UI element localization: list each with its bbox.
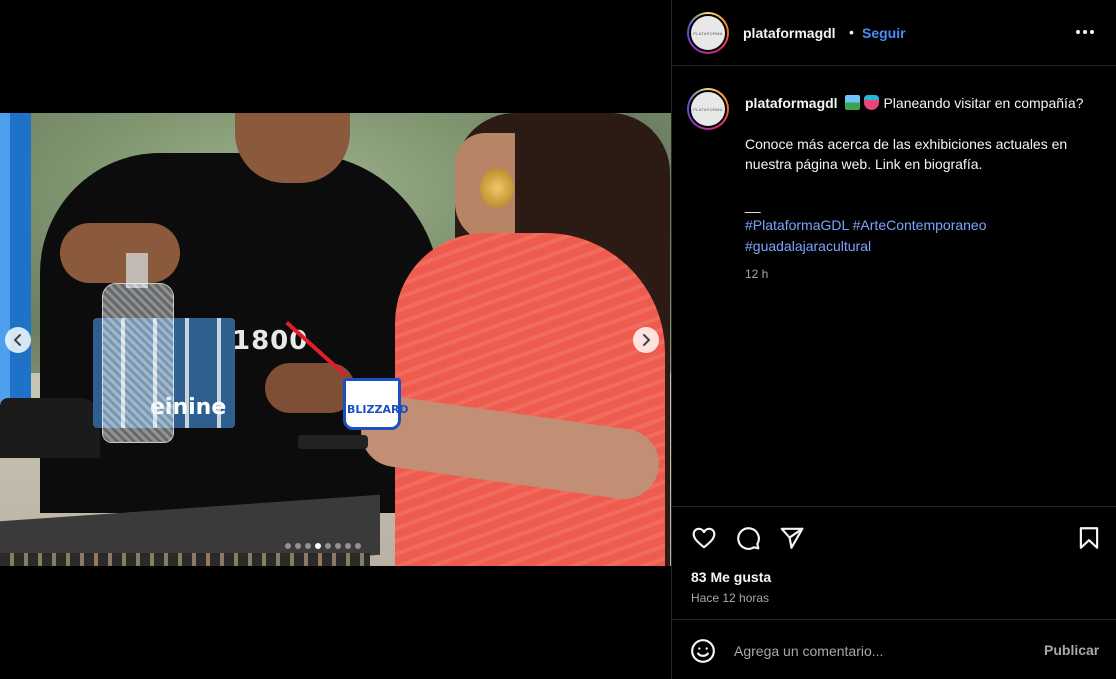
avatar-image: PLATAFORMA [689, 14, 727, 52]
caption-hashtags: #PlataformaGDL #ArteContemporaneo #guada… [745, 215, 1100, 256]
send-icon [780, 527, 804, 549]
dress-emoji-icon [864, 95, 880, 110]
action-bar [672, 506, 1116, 568]
post-panel: PLATAFORMA plataformagdl • Seguir PLATAF… [671, 0, 1116, 679]
header-separator: • [849, 24, 854, 40]
carousel-prev-button[interactable] [5, 327, 31, 353]
caption-line-3: __ [745, 196, 761, 213]
carousel-dot [355, 543, 361, 549]
comment-bar: Publicar [672, 619, 1116, 679]
post-header: PLATAFORMA plataformagdl • Seguir [672, 0, 1116, 66]
post-time-ago: Hace 12 horas [691, 591, 770, 605]
chevron-left-icon [14, 334, 21, 346]
avatar-logo-text: PLATAFORMA [693, 30, 723, 36]
caption-line-1: Planeando visitar en compañía? [883, 95, 1084, 111]
caption-text: plataformagdl Planeando visitar en compa… [745, 93, 1100, 285]
post-media: 1800 einine BLIZZARD [0, 0, 671, 679]
photo-blue-banner [0, 113, 31, 403]
caption-avatar[interactable]: PLATAFORMA [687, 88, 729, 130]
carousel-next-button[interactable] [633, 327, 659, 353]
hashtag-link[interactable]: #guadalajaracultural [745, 238, 871, 254]
share-button[interactable] [778, 524, 806, 552]
carousel-dot [295, 543, 301, 549]
chevron-right-icon [643, 334, 650, 346]
carousel-dot [285, 543, 291, 549]
hashtag-link[interactable]: #PlataformaGDL [745, 217, 849, 233]
caption-username[interactable]: plataformagdl [745, 95, 838, 111]
avatar-image: PLATAFORMA [689, 90, 727, 128]
publish-button[interactable]: Publicar [1044, 642, 1099, 658]
photo-bag [0, 398, 100, 458]
photo-bottle [102, 283, 174, 443]
emoji-button[interactable] [690, 638, 716, 664]
picture-emoji-icon [845, 95, 861, 110]
more-options-button[interactable] [1076, 22, 1094, 42]
photo-man-arm [60, 223, 180, 283]
heart-icon [692, 527, 716, 549]
caption-section: PLATAFORMA plataformagdl Planeando visit… [672, 66, 1116, 506]
carousel-dot [315, 543, 321, 549]
comment-button[interactable] [734, 524, 762, 552]
post-photo: 1800 einine BLIZZARD [0, 113, 671, 566]
caption-timestamp[interactable]: 12 h [745, 264, 1100, 285]
carousel-dot [305, 543, 311, 549]
photo-cup-label: BLIZZARD [347, 403, 409, 416]
carousel-dot [325, 543, 331, 549]
save-button[interactable] [1075, 524, 1103, 552]
more-horizontal-icon [1076, 30, 1080, 34]
photo-blouse [395, 233, 665, 566]
photo-counter-front [0, 553, 370, 566]
follow-button[interactable]: Seguir [862, 25, 906, 41]
hashtag-link[interactable]: #ArteContemporaneo [853, 217, 987, 233]
like-button[interactable] [690, 524, 718, 552]
comment-icon [737, 527, 760, 550]
caption-line-2: Conoce más acerca de las exhibiciones ac… [745, 135, 1068, 173]
carousel-dot [335, 543, 341, 549]
smiley-icon [691, 639, 715, 663]
comment-input[interactable] [734, 640, 1024, 662]
carousel-dot [345, 543, 351, 549]
avatar[interactable]: PLATAFORMA [687, 12, 729, 54]
header-username[interactable]: plataformagdl [743, 25, 836, 41]
photo-phone [298, 435, 368, 449]
likes-count[interactable]: 83 Me gusta [691, 569, 771, 585]
avatar-logo-text: PLATAFORMA [693, 106, 723, 112]
carousel-indicator [285, 543, 361, 549]
bookmark-icon [1079, 527, 1099, 549]
photo-earring [480, 168, 514, 208]
